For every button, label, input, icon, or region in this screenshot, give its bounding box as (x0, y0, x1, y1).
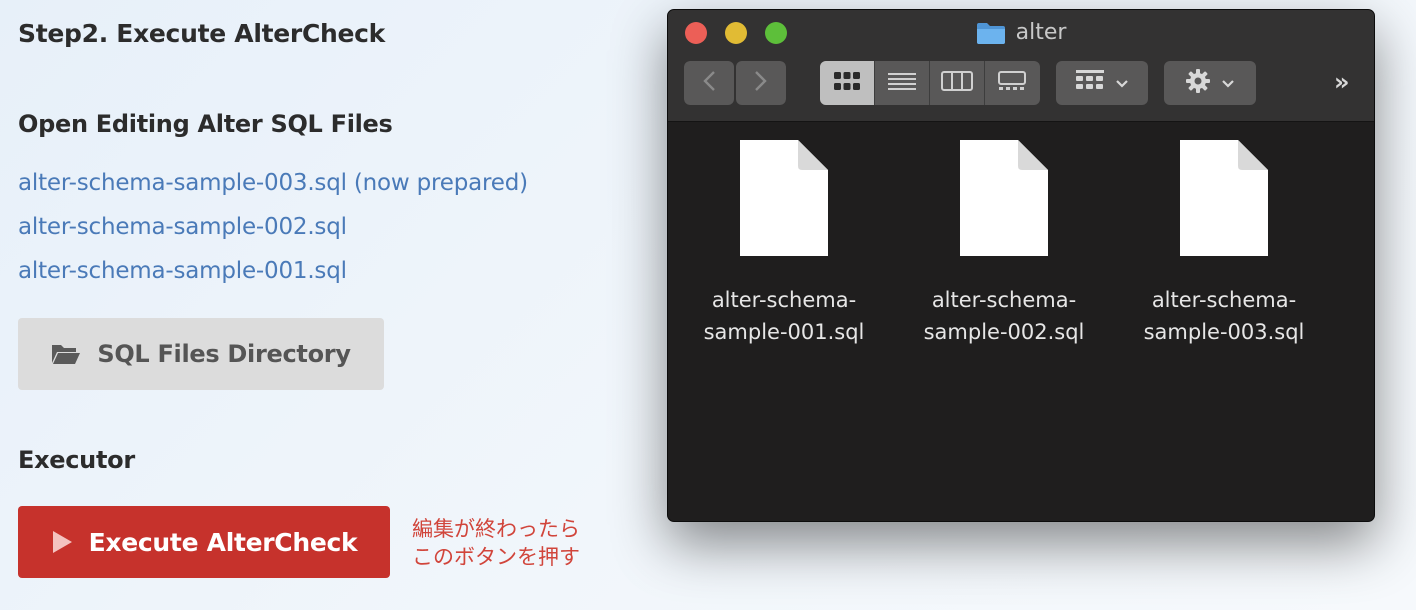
list-view-button[interactable] (874, 61, 929, 105)
icon-view-icon (833, 71, 861, 95)
gallery-view-icon (997, 71, 1027, 95)
chevron-down-icon (1115, 74, 1129, 93)
action-button-inner (1164, 61, 1256, 105)
file-label: alter-schema-sample-002.sql (923, 288, 1085, 344)
sql-file-link-003[interactable]: alter-schema-sample-003.sql (now prepare… (18, 170, 528, 196)
executor-heading: Executor (18, 446, 135, 474)
execute-altercheck-button[interactable]: Execute AlterCheck (18, 506, 390, 578)
group-button-inner (1056, 61, 1148, 105)
list-item: alter-schema-sample-002.sql (18, 214, 528, 258)
gear-icon (1185, 68, 1211, 98)
document-icon (894, 138, 1114, 258)
file-item-003[interactable]: alter-schema-sample-003.sql (1114, 138, 1334, 348)
document-icon (1114, 138, 1334, 258)
document-icon (674, 138, 894, 258)
finder-window: alter » alter-schema- sample-001.sql alt… (667, 9, 1375, 522)
finder-title: alter (668, 20, 1374, 45)
gallery-view-button[interactable] (984, 61, 1039, 105)
chevron-left-icon (702, 70, 716, 96)
folder-open-icon (51, 342, 81, 366)
icon-view-button[interactable] (820, 61, 874, 105)
chevron-right-icon (754, 70, 768, 96)
finder-content: alter-schema-sample-001.sql alter-schema… (668, 122, 1374, 521)
file-item-002[interactable]: alter-schema-sample-002.sql (894, 138, 1114, 348)
open-files-heading: Open Editing Alter SQL Files (18, 110, 393, 138)
sql-file-link-002[interactable]: alter-schema-sample-002.sql (18, 214, 347, 240)
action-button[interactable] (1164, 61, 1256, 105)
execute-altercheck-label: Execute AlterCheck (88, 527, 358, 557)
execute-note: 編集が終わったら このボタンを押す (412, 517, 580, 569)
finder-titlebar: alter » (668, 10, 1374, 122)
view-mode-control (820, 61, 1040, 105)
group-grid-icon (1075, 69, 1105, 97)
toolbar-overflow-button[interactable]: » (1334, 68, 1350, 96)
forward-button[interactable] (736, 61, 786, 105)
chevron-down-icon (1221, 74, 1235, 93)
finder-title-text: alter (1015, 20, 1067, 45)
sql-file-list: alter-schema-sample-003.sql (now prepare… (18, 170, 528, 302)
column-view-button[interactable] (929, 61, 984, 105)
nav-button-group (684, 61, 786, 105)
sql-files-directory-button[interactable]: SQL Files Directory (18, 318, 384, 390)
file-item-001[interactable]: alter-schema-sample-001.sql (674, 138, 894, 348)
list-view-icon (887, 71, 917, 95)
list-item: alter-schema-sample-003.sql (now prepare… (18, 170, 528, 214)
sql-file-link-001[interactable]: alter-schema-sample-001.sql (18, 258, 347, 284)
play-icon (51, 530, 73, 554)
folder-icon (976, 21, 1006, 45)
list-item: alter-schema-sample-001.sql (18, 258, 528, 302)
back-button[interactable] (684, 61, 734, 105)
group-button[interactable] (1056, 61, 1148, 105)
file-label: alter-schema-sample-003.sql (1143, 288, 1305, 344)
page-title: Step2. Execute AlterCheck (18, 19, 385, 48)
column-view-icon (941, 71, 973, 95)
file-label: alter-schema-sample-001.sql (703, 288, 865, 344)
sql-files-directory-label: SQL Files Directory (97, 340, 351, 368)
